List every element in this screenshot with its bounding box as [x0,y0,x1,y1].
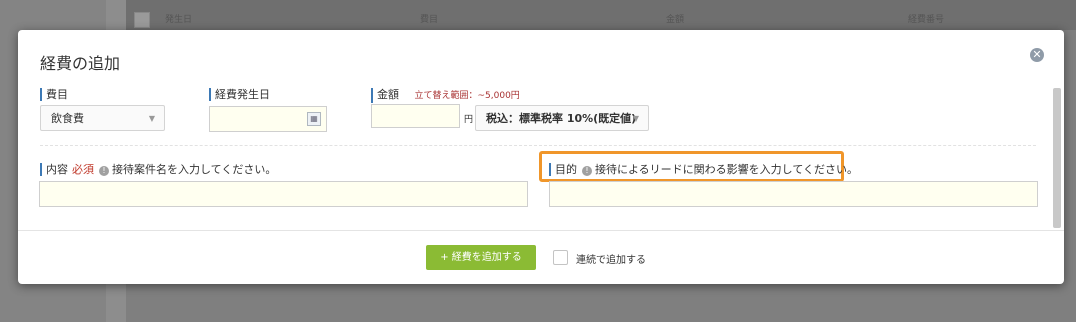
continuous-add-checkbox[interactable] [553,250,568,265]
date-label-text: 経費発生日 [215,88,270,101]
background-column-number: 経費番号 [908,15,945,25]
content-label: 内容 必須! 接待案件名を入力してください。 [40,163,276,176]
amount-range-hint: 立て替え範囲：~5,000円 [414,91,520,101]
background-column-date: 発生日 [165,15,193,25]
add-expense-button[interactable]: + 経費を追加する [426,245,536,270]
category-select[interactable]: 飲食費 ▼ [40,105,165,131]
yen-unit: 円 [464,115,474,125]
info-icon: ! [582,166,592,176]
purpose-input[interactable] [549,181,1038,207]
purpose-label: 目的! 接待によるリードに関わる影響を入力してください。 [549,163,858,176]
section-divider [40,145,1036,146]
info-icon: ! [99,166,109,176]
continuous-add-label[interactable]: 連続で追加する [576,251,646,266]
calendar-icon[interactable]: ▦ [307,112,321,126]
tax-rate-select[interactable]: 税込：標準税率 10%(既定値) ▼ [475,105,649,131]
chevron-down-icon: ▼ [148,114,155,123]
add-expense-modal: 経費の追加 ✕ 費目 飲食費 ▼ 経費発生日 ▦ 金額 立て替え範囲：~5,00… [18,30,1064,284]
background-column-amount: 金額 [666,15,685,25]
content-help-text: 接待案件名を入力してください。 [112,163,277,176]
modal-scrollbar[interactable] [1053,88,1061,228]
category-label-text: 費目 [46,88,68,101]
date-input[interactable]: ▦ [209,106,327,132]
content-input[interactable] [39,181,528,207]
category-label: 費目 [40,88,68,101]
close-icon[interactable]: ✕ [1030,48,1044,62]
amount-label-text: 金額 [377,88,399,101]
modal-title: 経費の追加 [40,54,121,73]
tax-rate-value: 税込：標準税率 10%(既定値) [486,112,637,125]
content-label-text: 内容 [46,163,68,176]
purpose-label-text: 目的 [555,163,577,176]
footer-divider [18,230,1064,231]
background-select-all-checkbox [134,12,150,28]
background-column-category: 費目 [420,15,439,25]
amount-label: 金額 立て替え範囲：~5,000円 [371,88,520,103]
chevron-down-icon: ▼ [632,114,639,123]
required-badge: 必須 [72,163,94,176]
category-value: 飲食費 [51,112,84,125]
purpose-help-text: 接待によるリードに関わる影響を入力してください。 [595,163,859,176]
date-label: 経費発生日 [209,88,270,101]
amount-input[interactable] [371,104,460,128]
